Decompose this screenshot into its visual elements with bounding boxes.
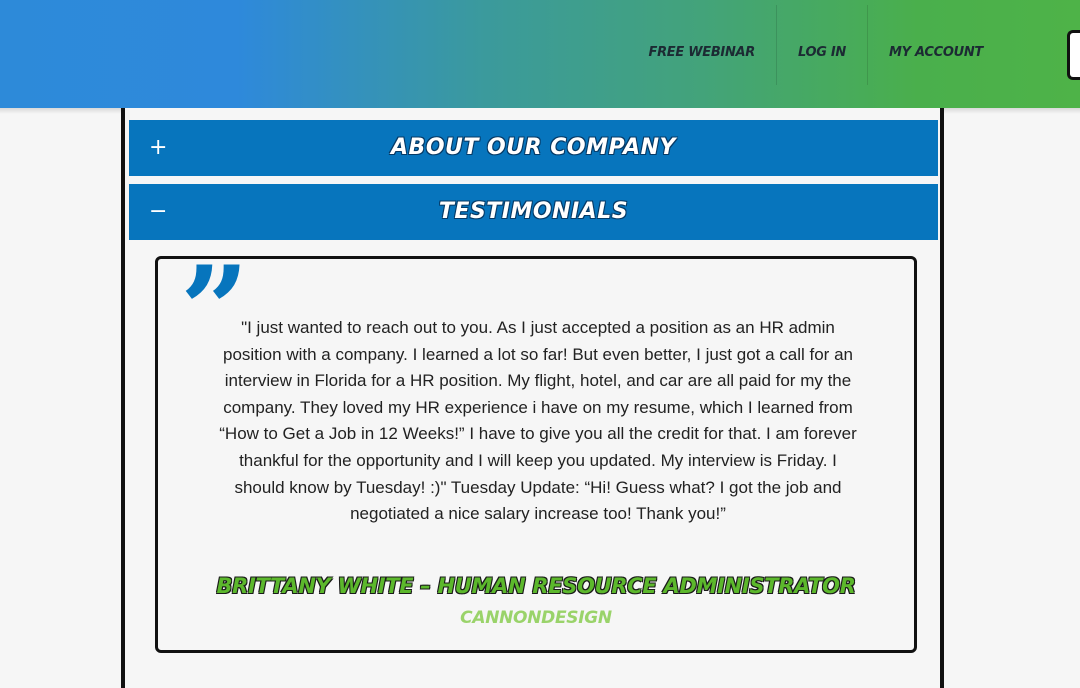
testimonial-company: CannonDesign [460,608,612,628]
header-cta-button[interactable] [1067,30,1080,80]
nav-log-in[interactable]: Log In [777,5,869,85]
main-nav: Free Webinar Log In My Account [628,0,1004,96]
accordion-title: Testimonials [438,199,629,224]
site-header: Free Webinar Log In My Account [0,0,1080,108]
nav-my-account[interactable]: My Account [868,5,1004,85]
testimonial-text: "I just wanted to reach out to you. As I… [219,318,857,524]
accordion-title: About Our Company [391,135,676,160]
testimonial-card: ” "I just wanted to reach out to you. As… [155,251,917,653]
accordion-about-our-company[interactable]: + About Our Company [129,120,938,176]
accordion-testimonials[interactable]: − Testimonials [129,184,938,240]
testimonial-author: Brittany White – Human Resource Administ… [216,574,856,598]
nav-free-webinar[interactable]: Free Webinar [628,5,778,85]
